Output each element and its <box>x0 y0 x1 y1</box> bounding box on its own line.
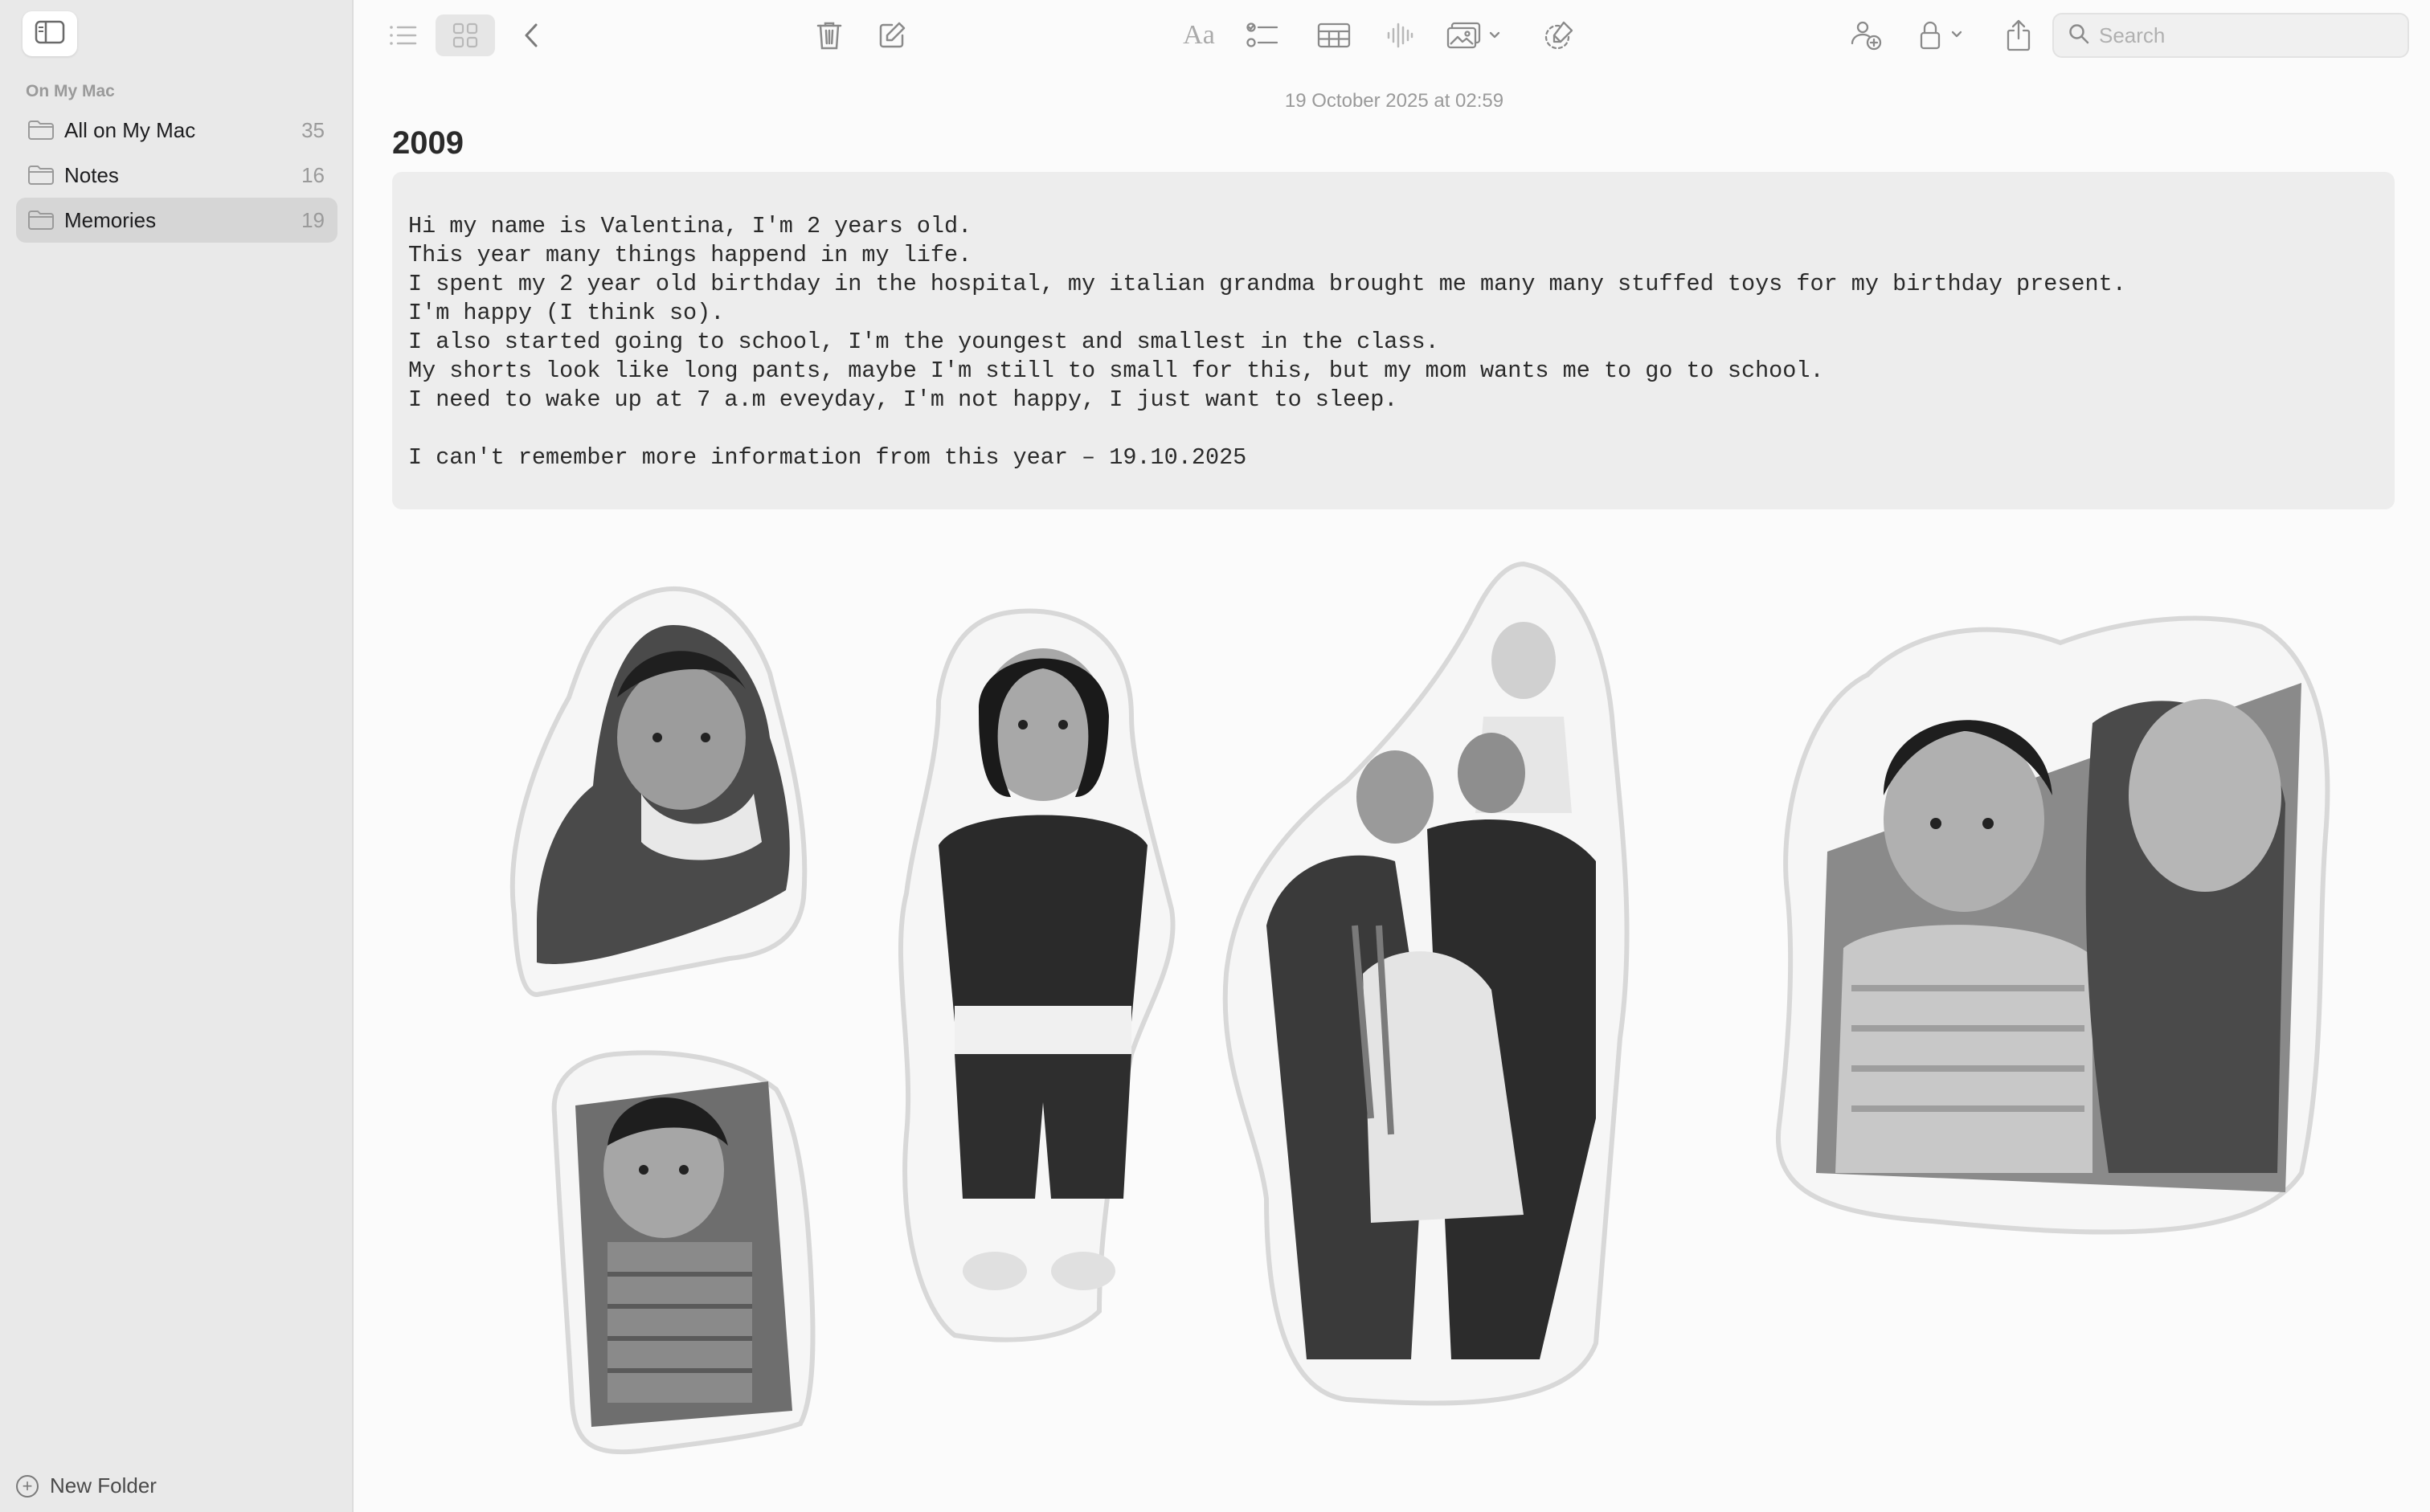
note-line: I can't remember more information from t… <box>408 444 1247 471</box>
table-icon <box>1317 22 1351 48</box>
note-monospaced-block[interactable]: Hi my name is Valentina, I'm 2 years old… <box>392 172 2395 509</box>
folder-item-notes[interactable]: Notes 16 <box>16 153 338 198</box>
search-input[interactable] <box>2099 22 2388 48</box>
folder-icon <box>27 120 55 141</box>
folder-name: All on My Mac <box>64 117 196 142</box>
lock-icon <box>1919 21 1969 50</box>
section-label-on-my-mac: On My Mac <box>26 82 115 100</box>
note-line <box>408 415 2379 443</box>
search-icon <box>2068 23 2089 48</box>
folder-icon <box>27 210 55 231</box>
note-line: I'm happy (I think so). <box>408 300 725 326</box>
collaborate-icon <box>1849 19 1883 51</box>
search-field[interactable] <box>2052 13 2409 58</box>
note-line: Hi my name is Valentina, I'm 2 years old… <box>408 213 972 239</box>
folder-count: 16 <box>301 162 325 187</box>
note-title[interactable]: 2009 <box>392 125 464 161</box>
back-chevron-icon <box>523 22 539 48</box>
share-icon <box>2006 19 2031 51</box>
table-button[interactable] <box>1315 14 1353 56</box>
folder-name: Memories <box>64 207 157 232</box>
checklist-icon <box>1246 22 1278 48</box>
checklist-button[interactable] <box>1244 14 1281 56</box>
note-line: I spent my 2 year old birthday in the ho… <box>408 271 2126 297</box>
audio-icon <box>1386 22 1413 49</box>
photo-sticker-school-uniform[interactable] <box>890 604 1181 1351</box>
sidebar-toggle-button[interactable] <box>22 11 77 56</box>
folder-item-memories[interactable]: Memories 19 <box>16 198 338 243</box>
share-button[interactable] <box>2002 14 2035 56</box>
note-line: This year many things happend in my life… <box>408 242 972 268</box>
folder-icon <box>27 165 55 186</box>
text-format-button[interactable]: Aa <box>1176 14 1221 56</box>
new-folder-button[interactable]: + New Folder <box>16 1473 157 1498</box>
note-line: My shorts look like long pants, maybe I'… <box>408 358 1824 384</box>
sidebar: On My Mac All on My Mac 35 Notes 16 Memo… <box>0 0 354 1512</box>
collaborate-button[interactable] <box>1847 14 1885 56</box>
folder-list: All on My Mac 35 Notes 16 Memories 19 <box>16 108 338 243</box>
media-icon <box>1446 22 1504 49</box>
gallery-view-icon <box>452 22 478 48</box>
note-date: 19 October 2025 at 02:59 <box>1284 90 1504 112</box>
back-button[interactable] <box>519 14 543 56</box>
trash-icon <box>816 20 842 51</box>
photo-sticker-toddler-bib[interactable] <box>505 577 813 1004</box>
gallery-view-button[interactable] <box>436 14 495 56</box>
compose-button[interactable] <box>874 14 910 56</box>
photo-sticker-toddler-sweater[interactable] <box>543 1049 816 1457</box>
folder-name: Notes <box>64 162 119 187</box>
markup-icon <box>1543 19 1575 51</box>
compose-icon <box>878 21 906 50</box>
photo-sticker-family-group[interactable] <box>1218 556 1646 1412</box>
list-view-icon <box>388 24 417 47</box>
folder-count: 19 <box>301 207 325 232</box>
lock-button[interactable] <box>1916 14 1972 56</box>
media-button[interactable] <box>1445 14 1506 56</box>
note-line: I need to wake up at 7 a.m eveyday, I'm … <box>408 386 1398 413</box>
markup-button[interactable] <box>1540 14 1578 56</box>
sidebar-icon <box>35 20 65 48</box>
delete-button[interactable] <box>813 14 845 56</box>
folder-item-all-on-my-mac[interactable]: All on My Mac 35 <box>16 108 338 153</box>
new-folder-label: New Folder <box>50 1473 157 1498</box>
audio-button[interactable] <box>1382 14 1418 56</box>
photo-sticker-child-and-adult[interactable] <box>1771 611 2334 1244</box>
note-line: I also started going to school, I'm the … <box>408 329 1439 355</box>
text-format-icon: Aa <box>1183 20 1215 50</box>
folder-count: 35 <box>301 117 325 142</box>
plus-circle-icon: + <box>16 1474 39 1498</box>
list-view-button[interactable] <box>384 14 421 56</box>
